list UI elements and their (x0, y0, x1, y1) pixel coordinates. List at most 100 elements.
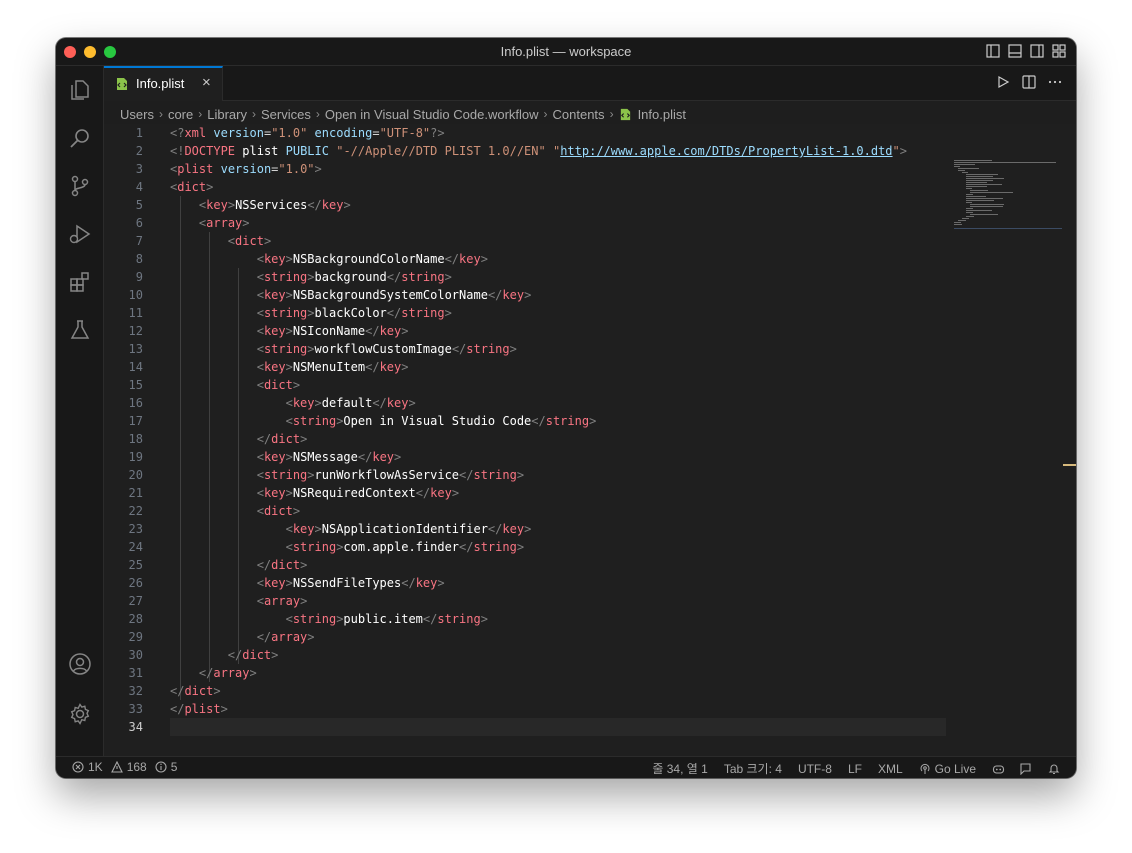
code-line[interactable]: <key>NSRequiredContext</key> (170, 484, 946, 502)
code-line[interactable]: <plist version="1.0"> (170, 160, 946, 178)
code-line[interactable]: </dict> (170, 646, 946, 664)
testing-icon[interactable] (68, 318, 92, 342)
code-line[interactable]: <array> (170, 214, 946, 232)
minimap-line (966, 186, 987, 187)
code-line[interactable]: <!DOCTYPE plist PUBLIC "-//Apple//DTD PL… (170, 142, 946, 160)
breadcrumb-users[interactable]: Users (120, 107, 154, 122)
breadcrumb-separator: › (158, 107, 163, 121)
code-line[interactable] (170, 718, 946, 736)
toggle-panel-icon[interactable] (1008, 44, 1022, 58)
code-line[interactable]: <key>default</key> (170, 394, 946, 412)
minimap-line (962, 218, 969, 219)
breadcrumb-services[interactable]: Services (261, 107, 311, 122)
code-line[interactable]: <?xml version="1.0" encoding="UTF-8"?> (170, 124, 946, 142)
tab-close-icon[interactable]: × (202, 74, 211, 91)
code-line[interactable]: <key>NSApplicationIdentifier</key> (170, 520, 946, 538)
minimap-line (970, 190, 988, 191)
code-line[interactable]: <string>Open in Visual Studio Code</stri… (170, 412, 946, 430)
indentation[interactable]: Tab 크기: 4 (724, 760, 782, 777)
code-line[interactable]: </dict> (170, 682, 946, 700)
tab-info-plist[interactable]: Info.plist × (104, 66, 223, 101)
customize-layout-icon[interactable] (1052, 44, 1066, 58)
extensions-icon[interactable] (68, 270, 92, 294)
minimap-line (958, 170, 965, 171)
line-number: 15 (128, 378, 143, 392)
line-number: 5 (135, 198, 143, 212)
breadcrumb-workflow[interactable]: Open in Visual Studio Code.workflow (325, 107, 539, 122)
line-number: 19 (128, 450, 143, 464)
go-live-button[interactable]: Go Live (919, 762, 976, 776)
minimap[interactable] (954, 160, 1062, 230)
code-line[interactable]: <key>NSMessage</key> (170, 448, 946, 466)
warning-count: 168 (126, 760, 147, 774)
code-line[interactable]: </dict> (170, 556, 946, 574)
line-number: 6 (135, 216, 143, 230)
code-line[interactable]: <string>workflowCustomImage</string> (170, 340, 946, 358)
code-line[interactable]: <key>NSBackgroundSystemColorName</key> (170, 286, 946, 304)
minimap-line (958, 168, 979, 169)
code-text[interactable]: <?xml version="1.0" encoding="UTF-8"?> <!… (170, 124, 946, 736)
code-line[interactable]: </array> (170, 628, 946, 646)
end-of-line[interactable]: LF (848, 762, 862, 776)
minimap-line (966, 182, 987, 183)
code-line[interactable]: <string>public.item</string> (170, 610, 946, 628)
code-line[interactable]: <string>blackColor</string> (170, 304, 946, 322)
feedback-icon[interactable] (1020, 762, 1032, 775)
code-line[interactable]: <key>NSIconName</key> (170, 322, 946, 340)
cursor-position[interactable]: 줄 34, 열 1 (652, 760, 707, 777)
line-number: 13 (128, 342, 143, 356)
editor-actions (996, 75, 1062, 89)
code-line[interactable]: <dict> (170, 502, 946, 520)
code-line[interactable]: <key>NSBackgroundColorName</key> (170, 250, 946, 268)
breadcrumb-core[interactable]: core (168, 107, 193, 122)
code-line[interactable]: </array> (170, 664, 946, 682)
minimap-line (970, 214, 998, 215)
settings-gear-icon[interactable] (68, 702, 92, 726)
line-number: 7 (135, 234, 143, 248)
breadcrumb-file-icon (619, 107, 632, 122)
code-line[interactable]: <string>background</string> (170, 268, 946, 286)
code-line[interactable]: <key>NSServices</key> (170, 196, 946, 214)
toggle-primary-sidebar-icon[interactable] (986, 44, 1000, 58)
code-line[interactable]: <dict> (170, 376, 946, 394)
breadcrumb-library[interactable]: Library (207, 107, 247, 122)
search-icon[interactable] (68, 126, 92, 150)
run-debug-icon[interactable] (68, 222, 92, 246)
files-icon[interactable] (68, 78, 92, 102)
line-number: 17 (128, 414, 143, 428)
title-bar: Info.plist — workspace (56, 38, 1076, 66)
toggle-secondary-sidebar-icon[interactable] (1030, 44, 1044, 58)
run-icon[interactable] (996, 75, 1010, 89)
code-line[interactable]: </plist> (170, 700, 946, 718)
code-editor[interactable]: 1 2 3 4 5 6 7 8 9 10 11 12 13 14 15 16 17 18 19 20 21 22 23 24 2… (104, 124, 1076, 756)
line-number: 10 (128, 288, 143, 302)
split-editor-icon[interactable] (1022, 75, 1036, 89)
code-line[interactable]: </dict> (170, 430, 946, 448)
code-line[interactable]: <dict> (170, 232, 946, 250)
code-line[interactable]: <array> (170, 592, 946, 610)
file-encoding[interactable]: UTF-8 (798, 762, 832, 776)
code-line[interactable]: <string>runWorkflowAsService</string> (170, 466, 946, 484)
layout-controls (986, 44, 1066, 58)
source-control-icon[interactable] (68, 174, 92, 198)
more-actions-icon[interactable] (1048, 75, 1062, 89)
go-live-label: Go Live (934, 761, 976, 776)
breadcrumb-info-plist[interactable]: Info.plist (638, 107, 686, 122)
account-icon[interactable] (68, 652, 92, 676)
minimap-line (966, 194, 973, 195)
line-number: 24 (128, 540, 143, 554)
breadcrumb-contents[interactable]: Contents (553, 107, 605, 122)
copilot-icon[interactable] (992, 763, 1005, 775)
code-line[interactable]: <key>NSMenuItem</key> (170, 358, 946, 376)
code-line[interactable]: <key>NSSendFileTypes</key> (170, 574, 946, 592)
minimap-line (966, 174, 998, 175)
language-mode[interactable]: XML (878, 762, 903, 776)
notifications-bell-icon[interactable] (1048, 763, 1060, 775)
problems-indicator[interactable]: 1K 168 5 (72, 760, 177, 774)
code-line[interactable]: <dict> (170, 178, 946, 196)
code-line[interactable]: <string>com.apple.finder</string> (170, 538, 946, 556)
minimap-line (970, 192, 1013, 193)
line-number: 26 (128, 576, 143, 590)
minimap-line (954, 160, 992, 161)
line-number: 31 (128, 666, 143, 680)
